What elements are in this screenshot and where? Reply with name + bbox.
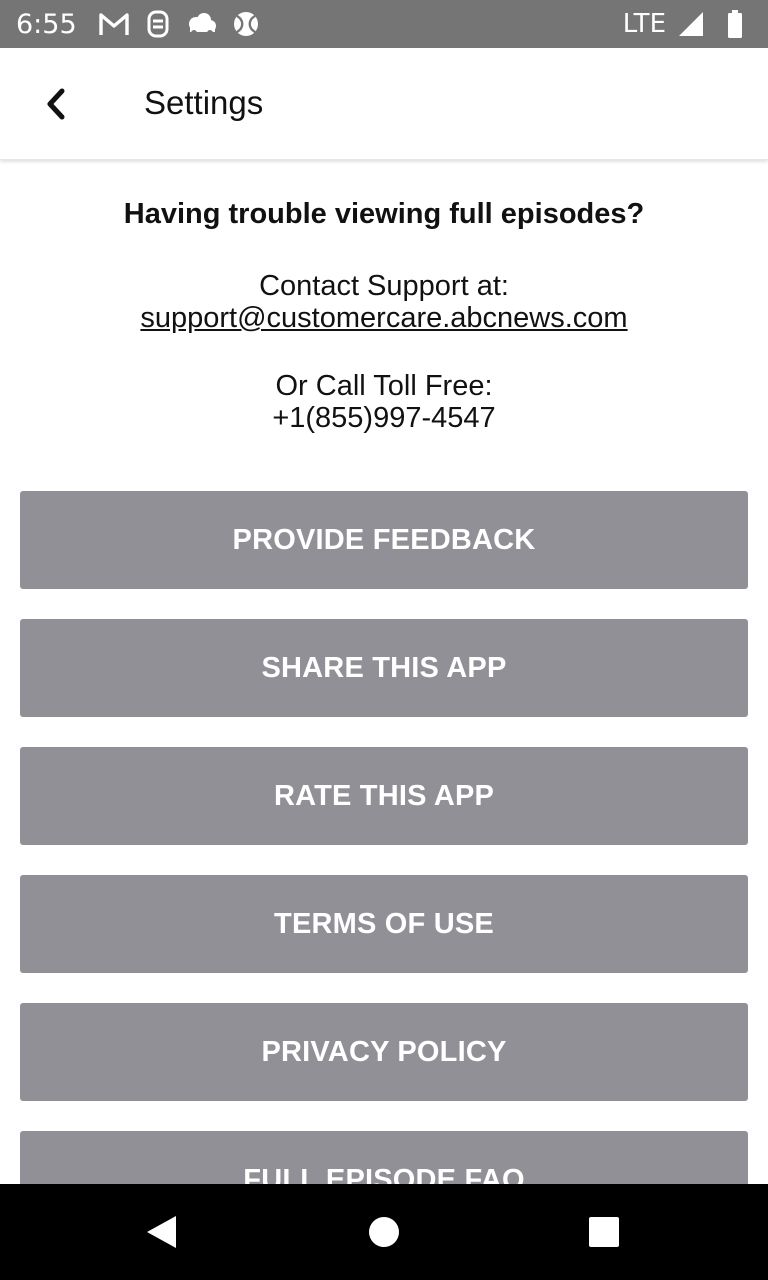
page-title: Settings [144,84,264,121]
call-label: Or Call Toll Free: [275,370,493,402]
contact-block: Contact Support at: support@customercare… [0,270,768,334]
gmail-icon [97,7,131,41]
notification-icon [141,7,175,41]
provide-feedback-button[interactable]: PROVIDE FEEDBACK [20,491,748,589]
call-block: Or Call Toll Free: +1(855)997-4547 [0,370,768,434]
system-nav-bar [0,1184,768,1280]
nav-back-button[interactable] [127,1198,195,1266]
rate-app-button[interactable]: RATE THIS APP [20,747,748,845]
support-phone-link[interactable]: +1(855)997-4547 [272,402,495,434]
settings-content[interactable]: Having trouble viewing full episodes? Co… [0,160,768,1184]
signal-icon [674,7,708,41]
home-circle-icon [369,1217,399,1247]
status-bar: 6:55 LTE [0,0,768,48]
recents-square-icon [589,1217,619,1247]
share-app-button[interactable]: SHARE THIS APP [20,619,748,717]
app-bar: Settings [0,48,768,160]
full-episode-faq-button[interactable]: FULL EPISODE FAQ [20,1131,748,1184]
back-chevron-icon [47,88,65,120]
back-triangle-icon [147,1216,176,1248]
settings-screen: 6:55 LTE Settings Having trouble viewing… [0,0,768,1280]
help-heading: Having trouble viewing full episodes? [123,198,645,230]
privacy-policy-button[interactable]: PRIVACY POLICY [20,1003,748,1101]
contact-label: Contact Support at: [259,270,509,302]
status-right: LTE [623,7,752,41]
network-label: LTE [622,9,666,39]
cloud-icon [185,7,219,41]
ball-icon [229,7,263,41]
battery-icon [718,7,752,41]
support-email-link[interactable]: support@customercare.abcnews.com [140,302,627,334]
nav-recents-button[interactable] [570,1198,638,1266]
terms-of-use-button[interactable]: TERMS OF USE [20,875,748,973]
back-button[interactable] [22,70,90,138]
status-time: 6:55 [16,8,77,40]
nav-home-button[interactable] [350,1198,418,1266]
